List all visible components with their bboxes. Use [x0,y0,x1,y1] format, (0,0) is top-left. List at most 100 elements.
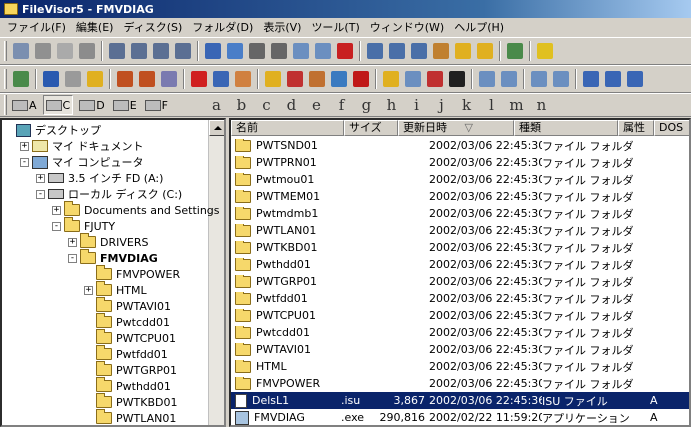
file-row[interactable]: Pwtmou01 2002/03/06 22:45:30 ファイル フォルダ [231,171,689,188]
tree-node[interactable]: +3.5 インチ FD (A:) [36,170,163,186]
tree-node[interactable]: Pwthdd01 [84,377,171,394]
select-all-button[interactable] [476,68,498,90]
bookmark-button[interactable] [350,68,372,90]
drive-letter-l[interactable]: l [479,96,504,114]
forward-button[interactable] [62,68,84,90]
tree-node[interactable]: PWTAVI01 [84,297,171,314]
expand-icon[interactable]: + [36,173,45,183]
tree-node[interactable]: Pwtcdd01 [84,313,170,330]
drive-letter-c[interactable]: c [254,96,279,114]
file-row[interactable]: PWTGRP01 2002/03/06 22:45:30 ファイル フォルダ [231,273,689,290]
collapse-icon[interactable]: - [20,157,29,167]
expand-icon[interactable]: + [68,237,77,247]
cut-button[interactable] [32,40,54,62]
drive-letter-i[interactable]: i [404,96,429,114]
file-row[interactable]: PWTMEM01 2002/03/06 22:45:30 ファイル フォルダ [231,188,689,205]
drive-bar-grip[interactable] [4,95,7,115]
file-row[interactable]: PWTPRN01 2002/03/06 22:45:30 ファイル フォルダ [231,154,689,171]
tree-node[interactable]: - FMVDIAG [68,249,158,266]
drive-letter-d[interactable]: d [279,96,304,114]
file-row[interactable]: Pwthdd01 2002/03/06 22:45:30 ファイル フォルダ [231,256,689,273]
drive-letter-f[interactable]: f [329,96,354,114]
drive-letter-h[interactable]: h [379,96,404,114]
expand-icon[interactable]: + [52,205,61,215]
explorer-button[interactable] [386,40,408,62]
details-view-button[interactable] [172,40,194,62]
column-header-size[interactable]: サイズ [344,120,398,136]
split-view-button[interactable] [528,68,550,90]
menu-item[interactable]: ツール(T) [306,19,364,35]
refresh-button[interactable] [224,40,246,62]
edit-file-button[interactable] [380,68,402,90]
tree-node[interactable]: + マイ ドキュメント [20,138,144,154]
file-row[interactable]: FMVDIAG .exe 290,816 2002/02/22 11:59:20 アプリ… [231,409,689,425]
tree-node[interactable]: + DRIVERS [68,233,148,250]
tree-view-button[interactable] [430,40,452,62]
column-header-dos[interactable]: DOS [654,120,689,136]
archive-button[interactable] [328,68,350,90]
drive-button-e[interactable]: E [111,95,139,115]
menu-item[interactable]: フォルダ(D) [187,19,258,35]
network-button[interactable] [580,68,602,90]
tree-node[interactable]: FMVPOWER [84,265,180,282]
column-header-name[interactable]: 名前 [231,120,344,136]
drive-button-a[interactable]: A [10,95,39,115]
file-row[interactable]: HTML 2002/03/06 22:45:30 ファイル フォルダ [231,358,689,375]
exit-button[interactable] [10,68,32,90]
home-button[interactable] [114,68,136,90]
file-row[interactable]: PWTSND01 2002/03/06 22:45:30 ファイル フォルダ [231,137,689,154]
favorites-button[interactable] [452,40,474,62]
menu-item[interactable]: 編集(E) [71,19,119,35]
drive-letter-b[interactable]: b [229,96,254,114]
menu-item[interactable]: ディスク(S) [118,19,187,35]
column-header-date[interactable]: 更新日時 ▽ [398,120,514,136]
view-button[interactable] [312,40,334,62]
column-header-type[interactable]: 種類 [514,120,618,136]
calendar-button[interactable] [424,68,446,90]
expand-icon[interactable]: + [84,285,93,295]
tree-node[interactable]: PWTLAN01 [84,409,176,425]
list-view-button[interactable] [150,40,172,62]
favorites-add-button[interactable] [624,68,646,90]
up-folder-button[interactable] [84,68,106,90]
scroll-up-button[interactable] [209,120,224,136]
file-row[interactable]: Pwtcdd01 2002/03/06 22:45:30 ファイル フォルダ [231,324,689,341]
tree-node[interactable]: PWTGRP01 [84,361,177,378]
arrange-button[interactable] [202,40,224,62]
menu-item[interactable]: ウィンドウ(W) [365,19,449,35]
edit-button[interactable] [76,40,98,62]
collapse-icon[interactable]: - [36,189,45,199]
target-button[interactable] [54,40,76,62]
help-button[interactable] [534,40,556,62]
drive-letter-m[interactable]: m [504,96,529,114]
drive-button-f[interactable]: F [143,95,170,115]
tree-node[interactable]: PWTKBD01 [84,393,177,410]
delete-button[interactable] [188,68,210,90]
expand-icon[interactable]: + [20,141,29,151]
flag-button[interactable] [334,40,356,62]
tree-node[interactable]: PWTCPU01 [84,329,176,346]
file-row[interactable]: PWTAVI01 2002/03/06 22:45:30 ファイル フォルダ [231,341,689,358]
file-row[interactable]: PWTCPU01 2002/03/06 22:45:30 ファイル フォルダ [231,307,689,324]
drive-letter-e[interactable]: e [304,96,329,114]
notepad-button[interactable] [402,68,424,90]
file-row[interactable]: Pwtfdd01 2002/03/06 22:45:30 ファイル フォルダ [231,290,689,307]
drive-letter-g[interactable]: g [354,96,379,114]
copy-button[interactable] [284,68,306,90]
drive-letter-n[interactable]: n [529,96,554,114]
file-row[interactable]: PWTLAN01 2002/03/06 22:45:30 ファイル フォルダ [231,222,689,239]
move-button[interactable] [306,68,328,90]
tree-node[interactable]: + Documents and Settings [52,201,220,218]
tree-node[interactable]: + HTML [84,281,147,298]
compare-button[interactable] [408,40,430,62]
copy-path-button[interactable] [290,40,312,62]
tools-button[interactable] [504,40,526,62]
large-buttons-icon[interactable] [106,40,128,62]
root-button[interactable] [136,68,158,90]
tree-node[interactable]: - マイ コンピュータ [20,154,144,170]
drive-letter-a[interactable]: a [204,96,229,114]
compare-folders-button[interactable] [550,68,572,90]
sort-za-button[interactable] [268,40,290,62]
command-prompt-button[interactable] [446,68,468,90]
rename-button[interactable] [210,68,232,90]
